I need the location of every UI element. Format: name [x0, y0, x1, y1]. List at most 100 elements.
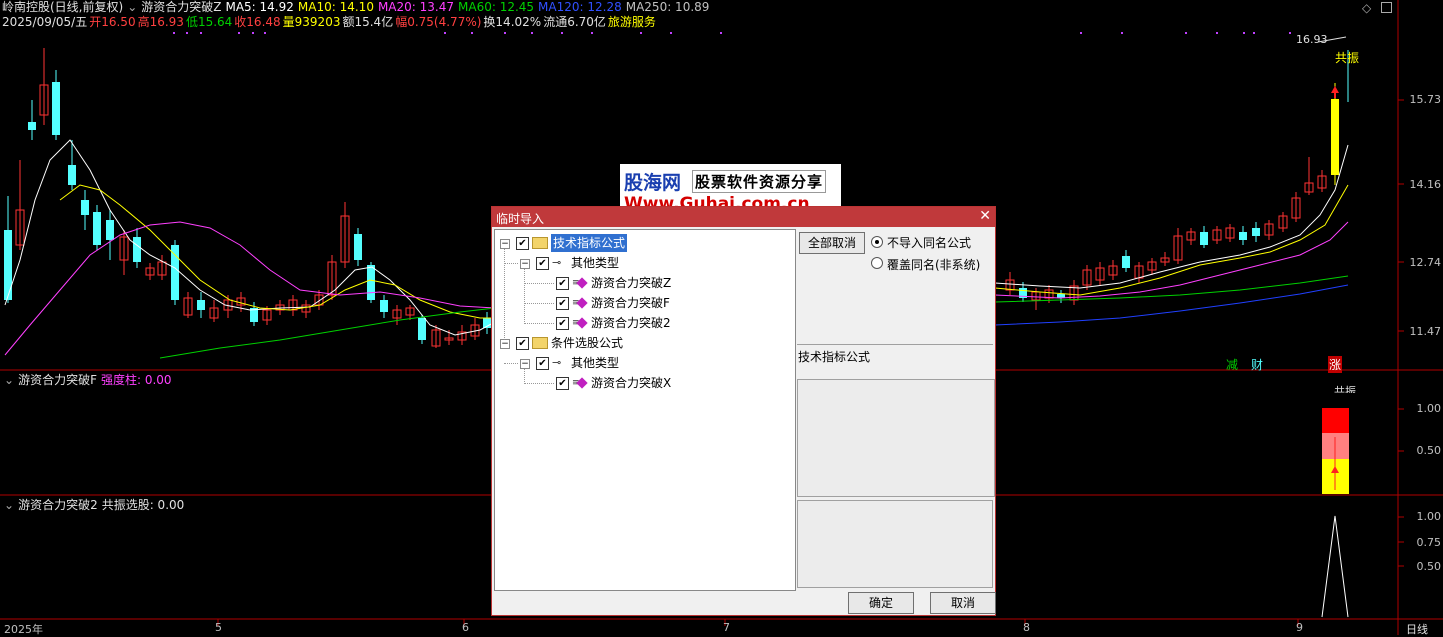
checkbox-formula-2[interactable]: ✔ [556, 317, 569, 330]
formula-name[interactable]: 游资合力突破Z [141, 0, 221, 14]
resonance-signal-label: 共振 [1335, 51, 1360, 65]
sub1-y-label-1: 1.00 [1416, 402, 1442, 415]
event-dot [720, 32, 722, 34]
tree-node-other-types-2[interactable]: − ✔ ⊸ 其他类型 [495, 354, 793, 372]
tree-label-indicators: 技术指标公式 [551, 234, 628, 252]
sub1-indicator: 强度柱: 0.00 [100, 373, 172, 387]
event-dot [561, 32, 563, 34]
watermark-logo: 股海网 [624, 172, 682, 194]
candle-body [28, 122, 36, 130]
tree-label-screener: 条件选股公式 [551, 336, 624, 350]
tree-node-indicators[interactable]: − ✔ 技术指标公式 [495, 234, 793, 252]
chevron-down-icon[interactable]: ⌄ [4, 373, 14, 387]
event-dot [1080, 32, 1082, 34]
rise-marker: 涨 [1328, 356, 1343, 373]
tree-node-formula-x[interactable]: ✔ ≡ 游资合力突破X [495, 374, 793, 392]
candle-body [68, 165, 76, 185]
tree-node-other-types-1[interactable]: − ✔ ⊸ 其他类型 [495, 254, 793, 272]
collapse-icon[interactable]: − [520, 259, 530, 269]
ok-button[interactable]: 确定 [848, 592, 914, 614]
collapse-icon[interactable]: − [500, 239, 510, 249]
sub2-y-label-3: 0.50 [1416, 560, 1442, 573]
header-line-1: 岭南控股(日线,前复权) ⌄ 游资合力突破Z MA5: 14.92 MA10: 14.1… [2, 0, 713, 14]
candle-body [380, 300, 388, 312]
candle-body [1122, 256, 1130, 268]
tree-label-other-types-2: 其他类型 [571, 356, 620, 370]
turnover-label: 换14.02% [483, 15, 542, 29]
open-label: 开16.50 [89, 15, 136, 29]
window-maximize-icon[interactable] [1381, 2, 1392, 13]
collapse-icon[interactable]: − [500, 339, 510, 349]
event-dot [1216, 32, 1218, 34]
radio-no-import-label[interactable]: 不导入同名公式 [887, 234, 971, 251]
candle-body [52, 82, 60, 135]
ma250-label: MA250: 10.89 [625, 0, 710, 14]
event-dot [444, 32, 446, 34]
close-icon[interactable]: ✕ [979, 208, 991, 224]
ma120-label: MA120: 12.28 [538, 0, 622, 14]
candle-body [4, 230, 12, 300]
folder-icon [532, 237, 548, 249]
candle-body [197, 300, 205, 310]
sub1-header: ⌄ 游资合力突破F 强度柱: 0.00 [4, 373, 176, 387]
tree-node-formula-2[interactable]: ✔ ≡ 游资合力突破2 [495, 314, 793, 332]
info-label: 技术指标公式 [798, 350, 871, 364]
stock-name[interactable]: 岭南控股(日线,前复权) [2, 0, 123, 14]
date-label: 2025/09/05/五 [2, 15, 88, 29]
x-label-sep: 9 [1296, 621, 1303, 634]
candle-body [171, 245, 179, 300]
diamond-icon[interactable]: ◇ [1362, 1, 1371, 15]
tree-node-formula-z[interactable]: ✔ ≡ 游资合力突破Z [495, 274, 793, 292]
checkbox-indicators[interactable]: ✔ [516, 237, 529, 250]
finance-marker: 财 [1251, 358, 1264, 372]
sub1-title[interactable]: 游资合力突破F [18, 373, 97, 387]
candle-body [367, 265, 375, 300]
formula-tree[interactable]: − ✔ 技术指标公式 − ✔ ⊸ 其他类型 ✔ ≡ 游资合力突破Z ✔ ≡ 游资… [494, 229, 796, 591]
event-dot [186, 32, 188, 34]
event-dot [252, 32, 254, 34]
reduce-marker: 减 [1226, 358, 1239, 372]
dialog-title: 临时导入 [496, 212, 545, 226]
cancel-all-button[interactable]: 全部取消 [799, 232, 865, 254]
tree-label-formula-2: 游资合力突破2 [591, 316, 671, 330]
chevron-down-icon[interactable]: ⌄ [127, 0, 137, 14]
sector-label[interactable]: 旅游服务 [608, 15, 656, 29]
checkbox-formula-x[interactable]: ✔ [556, 377, 569, 390]
checkbox-other-types-2[interactable]: ✔ [536, 357, 549, 370]
ma60-label: MA60: 12.45 [458, 0, 535, 14]
radio-no-import[interactable] [871, 236, 883, 248]
ma10-label: MA10: 14.10 [297, 0, 374, 14]
checkbox-other-types-1[interactable]: ✔ [536, 257, 549, 270]
cancel-button[interactable]: 取消 [930, 592, 996, 614]
event-dot [1243, 32, 1245, 34]
sub2-indicator: 共振选股: 0.00 [101, 498, 185, 512]
sub2-title[interactable]: 游资合力突破2 [18, 498, 98, 512]
header-line-2: 2025/09/05/五 开16.50 高16.93 低15.64 收16.48 量939… [2, 15, 660, 29]
ma5-line [994, 144, 1349, 289]
details-panel[interactable] [797, 500, 993, 588]
candle-body [106, 220, 114, 240]
watermark-slogan: 股票软件资源分享 [692, 170, 827, 193]
radio-overwrite[interactable] [871, 257, 883, 269]
chevron-down-icon[interactable]: ⌄ [4, 498, 14, 512]
candle-body [418, 318, 426, 340]
event-dot [531, 32, 533, 34]
checkbox-formula-z[interactable]: ✔ [556, 277, 569, 290]
sub2-y-label-2: 0.75 [1416, 536, 1442, 549]
tree-node-screener[interactable]: − ✔ 条件选股公式 [495, 334, 793, 352]
checkbox-formula-f[interactable]: ✔ [556, 297, 569, 310]
event-dot [1253, 32, 1255, 34]
checkbox-screener[interactable]: ✔ [516, 337, 529, 350]
amount-label: 额15.4亿 [342, 15, 394, 29]
tree-node-formula-f[interactable]: ✔ ≡ 游资合力突破F [495, 294, 793, 312]
description-panel[interactable] [797, 379, 995, 497]
x-label-aug: 8 [1023, 621, 1030, 634]
volume-label: 量939203 [282, 15, 341, 29]
candle-body [354, 234, 362, 260]
sub1-top-label: 共振 [1334, 385, 1356, 393]
candle-body [1200, 232, 1208, 245]
collapse-icon[interactable]: − [520, 359, 530, 369]
radio-overwrite-label[interactable]: 覆盖同名(非系统) [887, 256, 980, 273]
dialog-titlebar[interactable]: 临时导入 ✕ [492, 207, 995, 227]
strength-bar-top [1322, 408, 1349, 433]
